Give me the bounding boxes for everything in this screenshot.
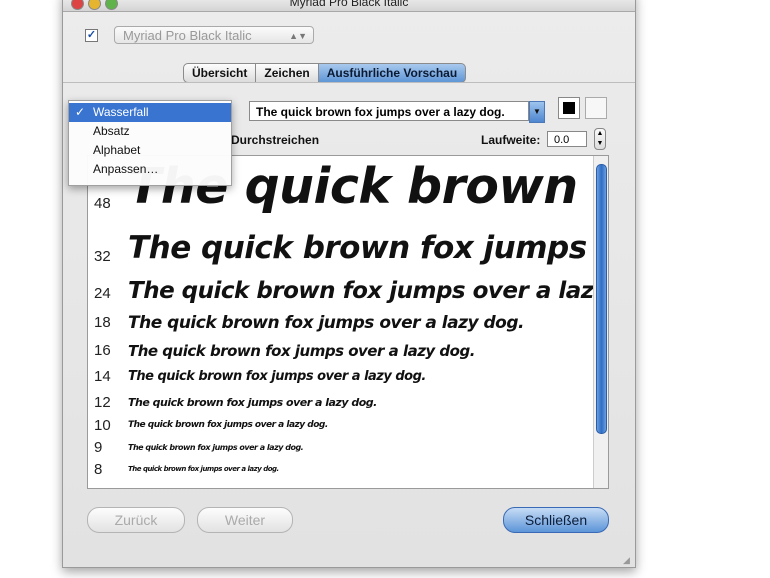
vertical-scrollbar[interactable] bbox=[593, 156, 608, 488]
sample-text: The quick brown fox jumps over a lazy do… bbox=[128, 396, 377, 409]
window-title: Myriad Pro Black Italic bbox=[289, 0, 409, 9]
text-color-well[interactable] bbox=[558, 97, 580, 119]
sample-text: The quick brown fox jumps over a lazy do… bbox=[128, 313, 524, 333]
updown-arrows-icon: ▲▼ bbox=[289, 31, 307, 41]
font-select-popup[interactable]: Myriad Pro Black Italic ▲▼ bbox=[114, 26, 314, 44]
preview-mode-menu: ✓ Wasserfall Absatz Alphabet Anpassen… bbox=[68, 100, 232, 186]
size-label: 14 bbox=[94, 368, 111, 385]
font-enable-checkbox[interactable]: ✓ bbox=[85, 29, 98, 42]
size-label: 16 bbox=[94, 342, 111, 359]
size-label: 48 bbox=[94, 195, 111, 212]
waterfall-preview: 48 The quick brown fox jumps over a lazy… bbox=[87, 155, 609, 489]
tab-overview[interactable]: Übersicht bbox=[183, 63, 257, 83]
scroll-thumb[interactable] bbox=[596, 164, 607, 434]
menu-item-paragraph[interactable]: Absatz bbox=[69, 122, 231, 141]
tracking-label: Laufweite: bbox=[481, 133, 541, 147]
menu-item-customize[interactable]: Anpassen… bbox=[69, 160, 231, 179]
sample-text: The quick brown fox jumps over a lazy do… bbox=[128, 369, 426, 384]
size-label: 24 bbox=[94, 285, 111, 302]
sample-text: The quick brown fox jumps over a lazy do… bbox=[128, 278, 609, 304]
sample-text: The quick brown fox jumps over a lazy do… bbox=[128, 230, 608, 266]
tab-characters[interactable]: Zeichen bbox=[256, 63, 319, 83]
chevron-down-icon[interactable]: ▼ bbox=[529, 101, 545, 123]
sample-text: The quick brown fox jumps over a lazy do… bbox=[128, 443, 304, 452]
view-tabs: Übersicht Zeichen Ausführliche Vorschau bbox=[183, 63, 467, 83]
strikethrough-label[interactable]: Durchstreichen bbox=[231, 133, 319, 147]
menu-item-label: Alphabet bbox=[93, 143, 141, 157]
menu-item-label: Anpassen… bbox=[93, 162, 159, 176]
size-label: 32 bbox=[94, 248, 111, 265]
menu-item-label: Absatz bbox=[93, 124, 130, 138]
checkmark-icon: ✓ bbox=[75, 105, 86, 119]
size-label: 12 bbox=[94, 394, 111, 411]
size-label: 18 bbox=[94, 314, 111, 331]
size-label: 9 bbox=[94, 439, 103, 456]
back-button[interactable]: Zurück bbox=[87, 507, 185, 533]
menu-item-waterfall[interactable]: ✓ Wasserfall bbox=[69, 103, 231, 122]
sample-text: The quick brown fox jumps over a lazy do… bbox=[128, 465, 279, 473]
divider bbox=[63, 82, 635, 83]
font-sample-window: Myriad Pro Black Italic ✓ Myriad Pro Bla… bbox=[62, 0, 636, 568]
preview-text-field[interactable]: The quick brown fox jumps over a lazy do… bbox=[249, 101, 529, 121]
next-button[interactable]: Weiter bbox=[197, 507, 293, 533]
resize-grip-icon[interactable]: ◢ bbox=[623, 555, 633, 565]
title-bar: Myriad Pro Black Italic bbox=[63, 0, 635, 12]
menu-item-alphabet[interactable]: Alphabet bbox=[69, 141, 231, 160]
font-select-value: Myriad Pro Black Italic bbox=[123, 28, 252, 43]
sample-text: The quick brown fox jumps over a lazy do… bbox=[128, 342, 475, 360]
size-label: 10 bbox=[94, 417, 111, 434]
close-button[interactable]: Schließen bbox=[503, 507, 609, 533]
tracking-field[interactable]: 0.0 bbox=[547, 131, 587, 147]
background-color-well[interactable] bbox=[585, 97, 607, 119]
menu-item-label: Wasserfall bbox=[93, 105, 149, 119]
tab-detailed-preview[interactable]: Ausführliche Vorschau bbox=[318, 63, 467, 83]
size-label: 8 bbox=[94, 461, 103, 478]
tracking-stepper[interactable]: ▲ ▼ bbox=[594, 128, 606, 150]
sample-text: The quick brown fox jumps over a lazy do… bbox=[128, 420, 328, 430]
